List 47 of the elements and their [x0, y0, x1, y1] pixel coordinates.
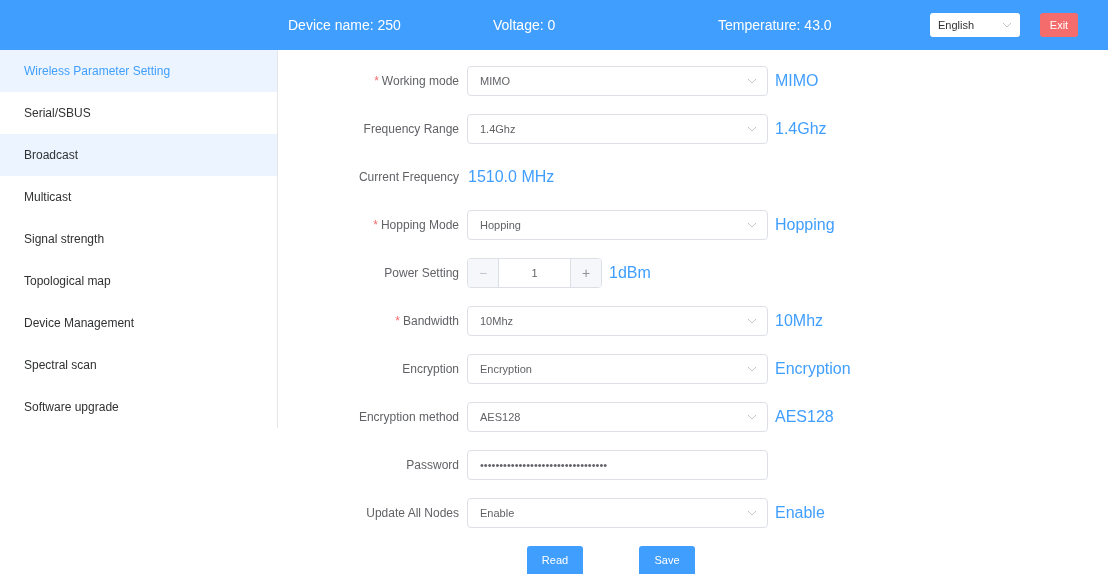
- current-value-text: 10Mhz: [775, 312, 825, 330]
- sidebar-item[interactable]: Device Management: [0, 302, 277, 344]
- field-label: Password: [406, 458, 460, 472]
- field-label: Encryption method: [358, 410, 460, 424]
- select-field[interactable]: AES128: [467, 402, 768, 432]
- chevron-down-icon: [1002, 22, 1012, 28]
- current-value-text: Hopping: [775, 216, 836, 234]
- field-label: Frequency Range: [363, 122, 460, 136]
- field-label: * Bandwidth: [395, 314, 460, 328]
- password-field[interactable]: •••••••••••••••••••••••••••••••••: [467, 450, 768, 480]
- current-value-text: 1dBm: [609, 264, 651, 282]
- field-label: Update All Nodes: [366, 506, 460, 520]
- field-label: Power Setting: [384, 266, 460, 280]
- select-field[interactable]: MIMO: [467, 66, 768, 96]
- chevron-down-icon: [747, 126, 757, 132]
- select-field[interactable]: Encryption: [467, 354, 768, 384]
- sidebar-item[interactable]: Serial/SBUS: [0, 92, 277, 134]
- sidebar-item[interactable]: Topological map: [0, 260, 277, 302]
- chevron-down-icon: [747, 78, 757, 84]
- select-field[interactable]: Hopping: [467, 210, 768, 240]
- chevron-down-icon: [747, 414, 757, 420]
- chevron-down-icon: [747, 510, 757, 516]
- sidebar-item[interactable]: Multicast: [0, 176, 277, 218]
- sidebar-item[interactable]: Broadcast: [0, 134, 277, 176]
- current-value-text: 1.4Ghz: [775, 120, 828, 138]
- frequency-value-text: 1510.0 MHz: [467, 168, 556, 186]
- device-name-text: Device name: 250: [288, 17, 402, 33]
- voltage-text: Voltage: 0: [493, 17, 557, 33]
- field-label: * Hopping Mode: [373, 218, 460, 232]
- sidebar-item[interactable]: Software upgrade: [0, 386, 277, 428]
- chevron-down-icon: [747, 318, 757, 324]
- select-field[interactable]: Enable: [467, 498, 768, 528]
- current-value-text: AES128: [775, 408, 835, 426]
- current-value-text: MIMO: [775, 72, 820, 90]
- current-value-text: Enable: [775, 504, 826, 522]
- field-label: * Working mode: [374, 74, 460, 88]
- field-label: Current Frequency: [358, 170, 460, 184]
- sidebar-item[interactable]: Signal strength: [0, 218, 277, 260]
- language-select[interactable]: English: [930, 13, 1020, 37]
- select-field[interactable]: 1.4Ghz: [467, 114, 768, 144]
- chevron-down-icon: [747, 222, 757, 228]
- current-value-text: Encryption: [775, 360, 852, 378]
- chevron-down-icon: [747, 366, 757, 372]
- field-label: Encryption: [402, 362, 460, 376]
- select-field[interactable]: 10Mhz: [467, 306, 768, 336]
- sidebar-item[interactable]: Spectral scan: [0, 344, 277, 386]
- temperature-text: Temperature: 43.0: [718, 17, 833, 33]
